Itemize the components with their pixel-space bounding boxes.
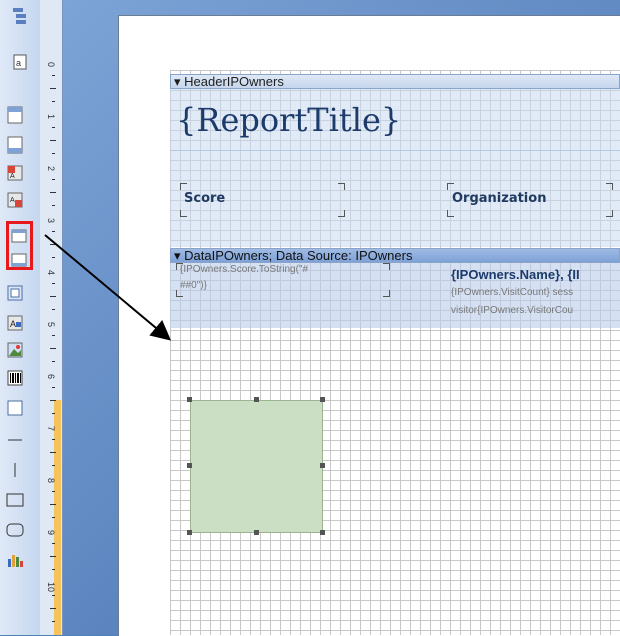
resize-handle[interactable] (187, 530, 192, 535)
resize-handle[interactable] (320, 463, 325, 468)
resize-handle[interactable] (254, 397, 259, 402)
resize-handle[interactable] (320, 530, 325, 535)
resize-handle[interactable] (187, 463, 192, 468)
annotation-arrow (44, 234, 172, 341)
resize-handle[interactable] (254, 530, 259, 535)
resize-handle[interactable] (320, 397, 325, 402)
resize-handle[interactable] (187, 397, 192, 402)
selected-rectangle-shape[interactable] (190, 400, 323, 533)
